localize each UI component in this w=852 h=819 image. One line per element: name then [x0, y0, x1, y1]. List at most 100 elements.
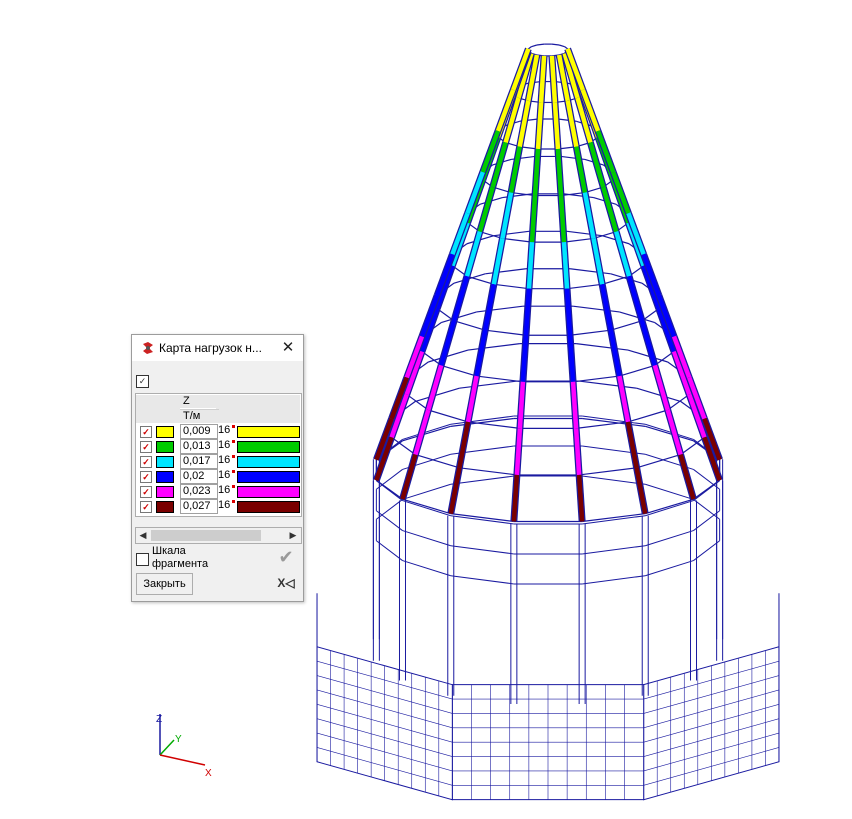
cone-ring: [627, 409, 668, 423]
axis-triad: Z Y X: [156, 714, 212, 779]
width-marker-icon: [232, 425, 235, 428]
cone-ring: [415, 454, 460, 469]
color-swatch[interactable]: [156, 486, 174, 498]
legend-row[interactable]: ✓ 0,023 16: [136, 484, 300, 499]
rafter-load-band: [601, 186, 619, 233]
cone-ring: [563, 237, 594, 243]
rafter-load-band: [477, 186, 495, 233]
scroll-right-icon[interactable]: ▶: [286, 528, 300, 543]
rafter-load-band: [639, 320, 658, 367]
fragment-scale-checkbox[interactable]: [136, 553, 149, 566]
rafter-load-band: [561, 241, 570, 289]
color-bar[interactable]: [237, 486, 300, 498]
rafter-load-band: [552, 102, 561, 150]
ring-beam: [376, 540, 403, 561]
rafter-load-band: [564, 288, 573, 336]
load-value-field[interactable]: 0,009: [180, 424, 218, 439]
rafter-load-band: [573, 428, 582, 476]
width-marker-icon: [232, 470, 235, 473]
load-value-field[interactable]: 0,027: [180, 499, 218, 514]
scroll-thumb[interactable]: [151, 530, 261, 541]
color-swatch[interactable]: [156, 426, 174, 438]
rafter-load-band: [438, 320, 457, 367]
cone-ring: [485, 268, 527, 275]
ring-beam: [376, 510, 403, 531]
width-marker-icon: [232, 500, 235, 503]
cone-ring: [645, 498, 694, 515]
export-icon[interactable]: X◁: [275, 573, 297, 593]
column-header-z: Z: [180, 395, 219, 408]
ring-beam: [450, 575, 514, 585]
row-visibility-checkbox[interactable]: ✓: [140, 456, 152, 468]
row-visibility-checkbox[interactable]: ✓: [140, 471, 152, 483]
ring-beam: [645, 560, 694, 577]
width-marker-icon: [232, 485, 235, 488]
show-all-checkbox[interactable]: ✓: [136, 375, 149, 388]
scroll-left-icon[interactable]: ◀: [136, 528, 150, 543]
cone-ring: [601, 275, 630, 285]
cone-ring: [572, 305, 620, 313]
row-visibility-checkbox[interactable]: ✓: [140, 426, 152, 438]
ring-beam: [402, 530, 451, 547]
row-visibility-checkbox[interactable]: ✓: [140, 501, 152, 513]
model-viewport[interactable]: Z Y X: [0, 0, 852, 819]
cone-ring: [645, 425, 694, 442]
rafter-load-band: [535, 102, 544, 150]
color-bar[interactable]: [237, 426, 300, 438]
close-icon[interactable]: ✕: [277, 338, 299, 358]
legend-row[interactable]: ✓ 0,009 16: [136, 424, 300, 439]
column-header-unit: Т/м: [180, 409, 219, 423]
cone-ring: [459, 467, 517, 476]
color-swatch[interactable]: [156, 441, 174, 453]
ring-beam: [402, 560, 451, 577]
load-value-field[interactable]: 0,023: [180, 484, 218, 499]
color-swatch[interactable]: [156, 456, 174, 468]
color-bar[interactable]: [237, 441, 300, 453]
row-visibility-checkbox[interactable]: ✓: [140, 486, 152, 498]
color-bar[interactable]: [237, 456, 300, 468]
apply-checkmark-icon[interactable]: ✔: [275, 546, 297, 568]
cone-ring: [493, 230, 530, 237]
cone-ring: [619, 364, 656, 377]
ring-beam: [693, 510, 720, 531]
color-bar[interactable]: [237, 471, 300, 483]
rafter-load-band: [614, 231, 632, 277]
cone-ring: [576, 343, 629, 351]
color-bar[interactable]: [237, 501, 300, 513]
legend-row[interactable]: ✓ 0,02 16: [136, 469, 300, 484]
rafter-load-band: [514, 428, 523, 476]
load-value-field[interactable]: 0,013: [180, 439, 218, 454]
close-button[interactable]: Закрыть: [136, 573, 193, 595]
rafter-load-band: [400, 453, 418, 500]
dialog-titlebar[interactable]: Карта нагрузок н... ✕: [132, 335, 303, 361]
cone-ring: [406, 393, 429, 411]
rafter-load-band: [555, 148, 564, 196]
cone-ring: [569, 268, 611, 275]
rafter-load-band: [652, 364, 670, 411]
cone-ring: [531, 44, 538, 48]
rafter-load-band: [511, 474, 520, 522]
legend-row[interactable]: ✓ 0,027 16: [136, 499, 300, 514]
cone-ring: [566, 230, 603, 237]
cone-ring: [459, 380, 517, 389]
app-logo-icon: [143, 342, 153, 354]
horizontal-scrollbar[interactable]: ◀ ▶: [135, 527, 302, 544]
cone-ring: [485, 329, 527, 336]
load-map-dialog[interactable]: Карта нагрузок н... ✕ ✓ Z Т/м ✓ 0,009 16 ✓ 0…: [131, 334, 304, 602]
axis-z-label: Z: [156, 714, 162, 725]
rafter-load-band: [558, 195, 567, 243]
legend-row[interactable]: ✓ 0,017 16: [136, 454, 300, 469]
header-blank: [136, 395, 180, 423]
load-value-field[interactable]: 0,017: [180, 454, 218, 469]
row-visibility-checkbox[interactable]: ✓: [140, 441, 152, 453]
cone-ring: [453, 320, 486, 331]
cone-ring: [636, 454, 681, 469]
color-swatch[interactable]: [156, 501, 174, 513]
legend-row[interactable]: ✓ 0,013 16: [136, 439, 300, 454]
cone-ring: [402, 425, 451, 442]
ring-beam: [582, 575, 646, 585]
color-swatch[interactable]: [156, 471, 174, 483]
ring-beam: [402, 500, 451, 517]
load-value-field[interactable]: 0,02: [180, 469, 218, 484]
cone-ring: [564, 46, 568, 50]
